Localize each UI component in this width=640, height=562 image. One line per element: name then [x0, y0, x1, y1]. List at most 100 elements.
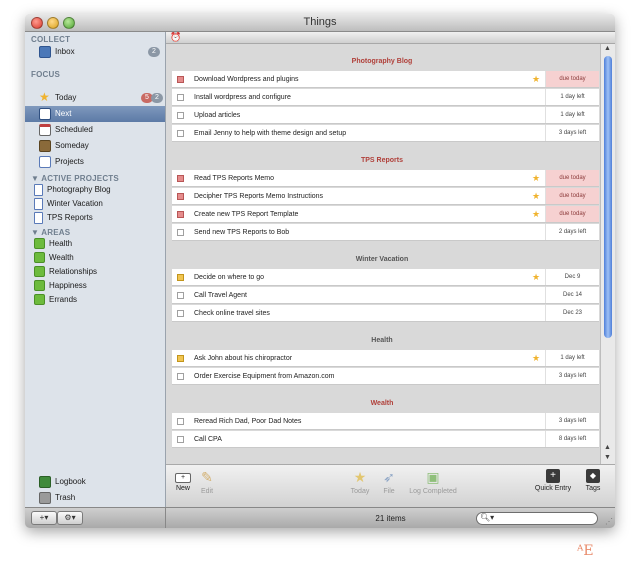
task-row[interactable]: Download Wordpress and plugins ★ due today	[172, 71, 599, 88]
task-row[interactable]: Call Travel Agent Dec 14	[172, 287, 599, 304]
task-row[interactable]: Reread Rich Dad, Poor Dad Notes 3 days le…	[172, 413, 599, 430]
sidebar-item-trash[interactable]: Trash	[25, 490, 165, 506]
task-checkbox[interactable]	[177, 436, 184, 443]
group-heading: Winter Vacation	[355, 256, 409, 263]
star-icon: ★	[353, 469, 367, 485]
task-checkbox[interactable]	[177, 418, 184, 425]
task-row[interactable]: Ask John about his chiropractor ★ 1 day le…	[172, 350, 599, 367]
today-button[interactable]: ★ Today	[346, 469, 374, 495]
sidebar-bottom-bar: +▾ ⚙▾	[25, 507, 166, 528]
sidebar-item-inbox[interactable]: Inbox 2	[25, 44, 165, 60]
sidebar-item-someday[interactable]: Someday	[25, 138, 165, 154]
task-title: Download Wordpress and plugins	[194, 76, 299, 83]
today-star-icon: ★	[532, 173, 541, 183]
sidebar-item-project[interactable]: TPS Reports	[25, 210, 165, 226]
section-heading-collect: COLLECT	[31, 35, 71, 44]
task-row[interactable]: Email Jenny to help with theme design an…	[172, 125, 599, 142]
calendar-icon	[39, 124, 51, 136]
task-title: Send new TPS Reports to Bob	[194, 229, 290, 236]
window-title: Things	[303, 16, 337, 28]
logbook-icon: ▣	[426, 469, 440, 485]
task-checkbox[interactable]	[177, 355, 184, 362]
group-heading: Photography Blog	[351, 58, 413, 65]
quick-entry-icon: +	[546, 469, 560, 483]
area-icon	[34, 238, 45, 249]
task-checkbox[interactable]	[177, 274, 184, 281]
task-checkbox[interactable]	[177, 175, 184, 182]
due-date-label: due today	[545, 188, 599, 204]
logbook-icon	[39, 476, 51, 488]
quick-entry-button[interactable]: + Quick Entry	[530, 469, 576, 492]
task-row[interactable]: Decipher TPS Reports Memo Instructions ★ d…	[172, 188, 599, 205]
edit-button[interactable]: ✎ Edit	[196, 469, 218, 495]
alarm-clock-icon[interactable]: ⏰	[170, 32, 181, 43]
task-checkbox[interactable]	[177, 211, 184, 218]
task-row[interactable]: Check online travel sites Dec 23	[172, 305, 599, 322]
task-checkbox[interactable]	[177, 292, 184, 299]
sidebar-item-logbook[interactable]: Logbook	[25, 474, 165, 490]
task-row[interactable]: Decide on where to go ★ Dec 9	[172, 269, 599, 286]
task-title: Check online travel sites	[194, 310, 270, 317]
task-row[interactable]: Install wordpress and configure 1 day lef…	[172, 89, 599, 106]
sidebar-item-projects[interactable]: Projects	[25, 154, 165, 170]
today-star-icon: ★	[532, 74, 541, 84]
task-checkbox[interactable]	[177, 130, 184, 137]
area-icon	[34, 266, 45, 277]
group-heading: Wealth	[370, 400, 394, 407]
add-menu-button[interactable]: +▾	[31, 511, 57, 525]
pencil-icon: ✎	[201, 469, 213, 485]
task-row[interactable]: Upload articles 1 day left	[172, 107, 599, 124]
log-completed-button[interactable]: ▣ Log Completed	[402, 469, 464, 495]
task-checkbox[interactable]	[177, 310, 184, 317]
task-checkbox[interactable]	[177, 94, 184, 101]
task-checkbox[interactable]	[177, 373, 184, 380]
due-date-label: 8 days left	[545, 431, 599, 447]
status-bar: 21 items 🔍︎▾ ⋰	[166, 507, 615, 528]
task-checkbox[interactable]	[177, 193, 184, 200]
file-button[interactable]: ➶ File	[378, 469, 400, 495]
section-heading-focus: FOCUS	[31, 70, 60, 79]
resize-grip-icon[interactable]: ⋰	[605, 517, 613, 526]
task-row[interactable]: Create new TPS Report Template ★ due today	[172, 206, 599, 223]
group-heading: TPS Reports	[360, 157, 403, 164]
inbox-count-badge: 2	[148, 47, 160, 57]
task-row[interactable]: Read TPS Reports Memo ★ due today	[172, 170, 599, 187]
task-checkbox[interactable]	[177, 229, 184, 236]
task-checkbox[interactable]	[177, 112, 184, 119]
group-heading: Health	[371, 337, 393, 344]
due-date-label: due today	[545, 71, 599, 87]
task-row[interactable]: Call CPA 8 days left	[172, 431, 599, 448]
sidebar: COLLECT Inbox 2 FOCUS ★ Today 5 2 Next S…	[25, 32, 166, 507]
scroll-down-arrow-icon[interactable]: ▼	[604, 454, 611, 461]
due-date-label: Dec 14	[545, 287, 599, 303]
scroll-up-arrow-icon[interactable]: ▲	[604, 444, 611, 451]
project-icon	[34, 198, 43, 210]
action-menu-button[interactable]: ⚙▾	[57, 511, 83, 525]
today-count-badge: 2	[151, 93, 163, 103]
sidebar-item-area[interactable]: Errands	[25, 292, 165, 308]
tags-button[interactable]: ◆ Tags	[580, 469, 606, 492]
content-header-bar: ⏰	[166, 32, 615, 44]
task-title: Upload articles	[194, 112, 241, 119]
projects-icon	[39, 156, 51, 168]
vertical-scrollbar[interactable]: ▲ ▲ ▼	[600, 44, 615, 464]
task-title: Reread Rich Dad, Poor Dad Notes	[194, 418, 302, 425]
task-row[interactable]: Send new TPS Reports to Bob 2 days left	[172, 224, 599, 241]
watermark-logo-icon: ᴬE	[577, 543, 594, 559]
task-checkbox[interactable]	[177, 76, 184, 83]
search-field[interactable]: 🔍︎▾	[476, 512, 598, 525]
sidebar-item-scheduled[interactable]: Scheduled	[25, 122, 165, 138]
area-icon	[34, 252, 45, 263]
due-date-label: due today	[545, 206, 599, 222]
area-icon	[34, 294, 45, 305]
task-row[interactable]: Order Exercise Equipment from Amazon.com…	[172, 368, 599, 385]
box-icon	[39, 140, 51, 152]
sidebar-item-today[interactable]: ★ Today 5 2	[25, 90, 165, 106]
next-list-icon	[39, 108, 51, 120]
scroll-up-arrow-icon[interactable]: ▲	[604, 45, 611, 52]
task-title: Ask John about his chiropractor	[194, 355, 293, 362]
sidebar-item-next[interactable]: Next	[25, 106, 165, 122]
scroll-thumb[interactable]	[604, 56, 612, 338]
new-button[interactable]: + New	[172, 473, 194, 492]
due-date-label: 1 day left	[545, 89, 599, 105]
